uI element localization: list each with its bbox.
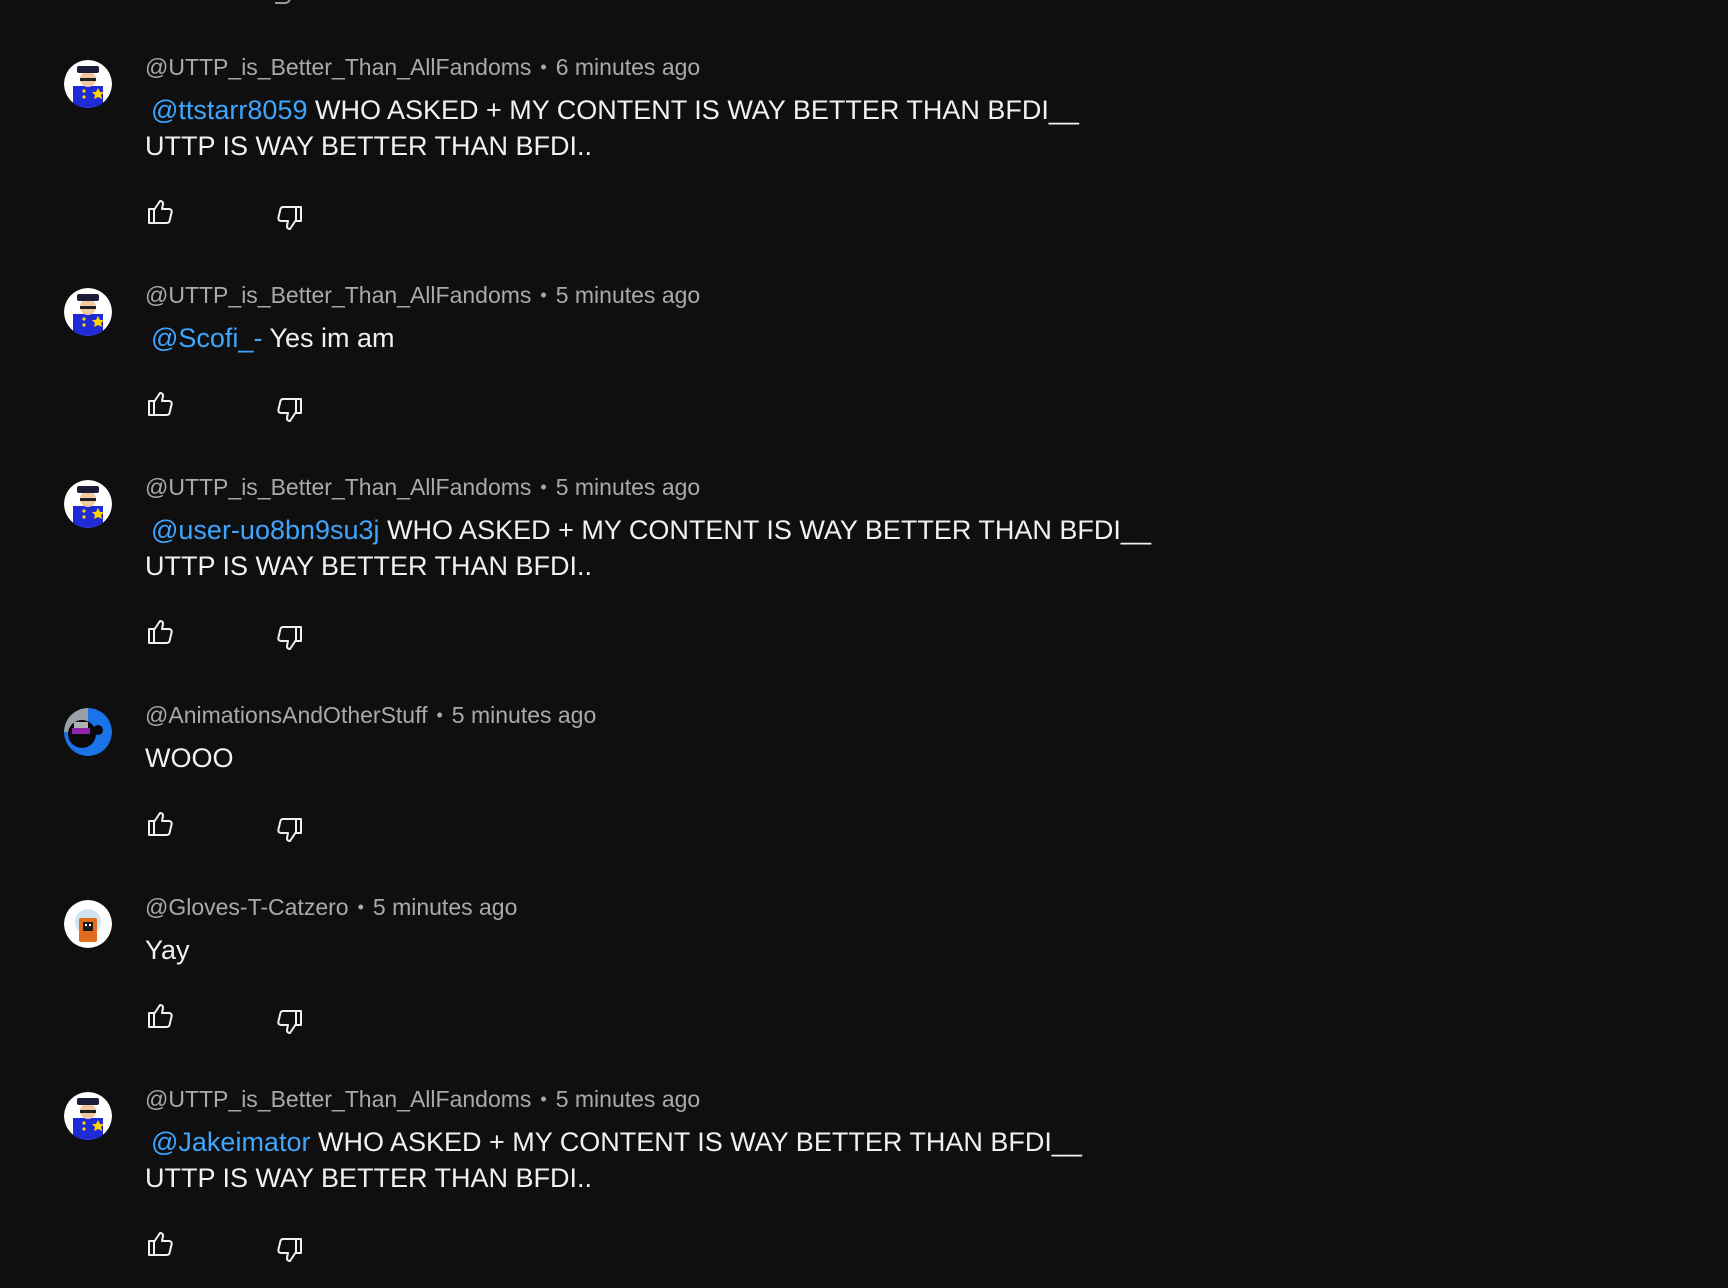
separator-dot: • — [436, 705, 443, 725]
comment-meta: @Gloves-T-Catzero • 5 minutes ago — [145, 890, 517, 924]
thumbs-down-icon — [277, 1010, 302, 1034]
comment-author[interactable]: @UTTP_is_Better_Than_AllFandoms — [145, 474, 531, 500]
like-button[interactable] — [145, 616, 177, 648]
police-avatar-icon — [64, 60, 112, 108]
comment-text: @user-uo8bn9su3j WHO ASKED + MY CONTENT … — [145, 512, 1245, 584]
avatar[interactable] — [64, 288, 112, 336]
thumbs-up-icon — [148, 200, 173, 224]
comment-meta: @UTTP_is_Better_Than_AllFandoms • 5 minute… — [145, 1082, 700, 1116]
comments-section: @UTTP_is_Better_Than_AllFandoms • 6 minute… — [0, 0, 1728, 1288]
mention-link[interactable]: @Jakeimator — [151, 1127, 310, 1157]
comment-text: @Scofi_- Yes im am — [145, 320, 1245, 356]
comment-text-line1: WHO ASKED + MY CONTENT IS WAY BETTER THA… — [307, 95, 1079, 125]
thumbs-down-icon — [277, 1238, 302, 1262]
comment-text: @ttstarr8059 WHO ASKED + MY CONTENT IS W… — [145, 92, 1245, 164]
thumbs-up-icon — [148, 812, 173, 836]
like-button[interactable] — [145, 808, 177, 840]
separator-dot: • — [540, 57, 547, 77]
comment-text-line1: WOOO — [145, 743, 234, 773]
like-button[interactable] — [145, 1228, 177, 1260]
comment-author[interactable]: @UTTP_is_Better_Than_AllFandoms — [145, 282, 531, 308]
police-avatar-icon — [64, 1092, 112, 1140]
thumbs-down-icon — [277, 818, 302, 842]
thumbs-up-icon — [148, 1004, 173, 1028]
comment-text-line1: WHO ASKED + MY CONTENT IS WAY BETTER THA… — [310, 1127, 1082, 1157]
comment-text-line1: WHO ASKED + MY CONTENT IS WAY BETTER THA… — [379, 515, 1151, 545]
comment-text-line2: UTTP IS WAY BETTER THAN BFDI.. — [145, 551, 593, 581]
mention-link[interactable]: @ttstarr8059 — [151, 95, 307, 125]
thumbs-up-icon — [148, 1232, 173, 1256]
comment-time[interactable]: 5 minutes ago — [373, 894, 517, 920]
dislike-button[interactable] — [273, 202, 305, 234]
comment-author[interactable]: @UTTP_is_Better_Than_AllFandoms — [145, 54, 531, 80]
dislike-button[interactable] — [273, 622, 305, 654]
comment-time[interactable]: 6 minutes ago — [556, 54, 700, 80]
comment-meta: @UTTP_is_Better_Than_AllFandoms • 5 minute… — [145, 278, 700, 312]
animated-character-avatar-icon — [64, 708, 112, 756]
dislike-button[interactable] — [273, 1006, 305, 1038]
comment-time[interactable]: 5 minutes ago — [556, 282, 700, 308]
avatar[interactable] — [64, 480, 112, 528]
like-button[interactable] — [145, 1000, 177, 1032]
thumbs-down-icon — [277, 398, 302, 422]
dislike-button[interactable] — [273, 394, 305, 426]
like-button[interactable] — [145, 196, 177, 228]
comment-text-line1: Yay — [145, 935, 190, 965]
thumbs-down-icon — [277, 626, 302, 650]
comment-author[interactable]: @UTTP_is_Better_Than_AllFandoms — [145, 1086, 531, 1112]
comment-time[interactable]: 5 minutes ago — [556, 1086, 700, 1112]
mention-link[interactable]: @Scofi_- — [151, 323, 262, 353]
police-avatar-icon — [64, 288, 112, 336]
comment-text: Yay — [145, 932, 1245, 968]
comment-time[interactable]: 5 minutes ago — [556, 474, 700, 500]
comment-text: @Jakeimator WHO ASKED + MY CONTENT IS WA… — [145, 1124, 1245, 1196]
comment-meta: @AnimationsAndOtherStuff • 5 minutes ago — [145, 698, 596, 732]
mention-link[interactable]: @user-uo8bn9su3j — [151, 515, 380, 545]
comment-text-line2: UTTP IS WAY BETTER THAN BFDI.. — [145, 1163, 593, 1193]
avatar[interactable] — [64, 1092, 112, 1140]
avatar[interactable] — [64, 60, 112, 108]
separator-dot: • — [540, 285, 547, 305]
dislike-button[interactable] — [273, 814, 305, 846]
cat-character-avatar-icon — [64, 900, 112, 948]
comment-author[interactable]: @AnimationsAndOtherStuff — [145, 702, 427, 728]
thumbs-down-icon — [277, 206, 302, 230]
like-button[interactable] — [145, 388, 177, 420]
dislike-button[interactable] — [273, 1234, 305, 1266]
comment-time[interactable]: 5 minutes ago — [452, 702, 596, 728]
comment-text-line2: UTTP IS WAY BETTER THAN BFDI.. — [145, 131, 593, 161]
comment-meta: @UTTP_is_Better_Than_AllFandoms • 5 minute… — [145, 470, 700, 504]
comment-meta: @UTTP_is_Better_Than_AllFandoms • 6 minute… — [145, 50, 700, 84]
separator-dot: • — [357, 897, 364, 917]
comment-text: WOOO — [145, 740, 1245, 776]
thumbs-up-icon — [148, 620, 173, 644]
comment-author[interactable]: @Gloves-T-Catzero — [145, 894, 349, 920]
separator-dot: • — [540, 477, 547, 497]
comment-text-line1: Yes im am — [262, 323, 395, 353]
previous-dislike-icon-fragment — [275, 0, 291, 4]
separator-dot: • — [540, 1089, 547, 1109]
avatar[interactable] — [64, 900, 112, 948]
avatar[interactable] — [64, 708, 112, 756]
police-avatar-icon — [64, 480, 112, 528]
thumbs-up-icon — [148, 392, 173, 416]
